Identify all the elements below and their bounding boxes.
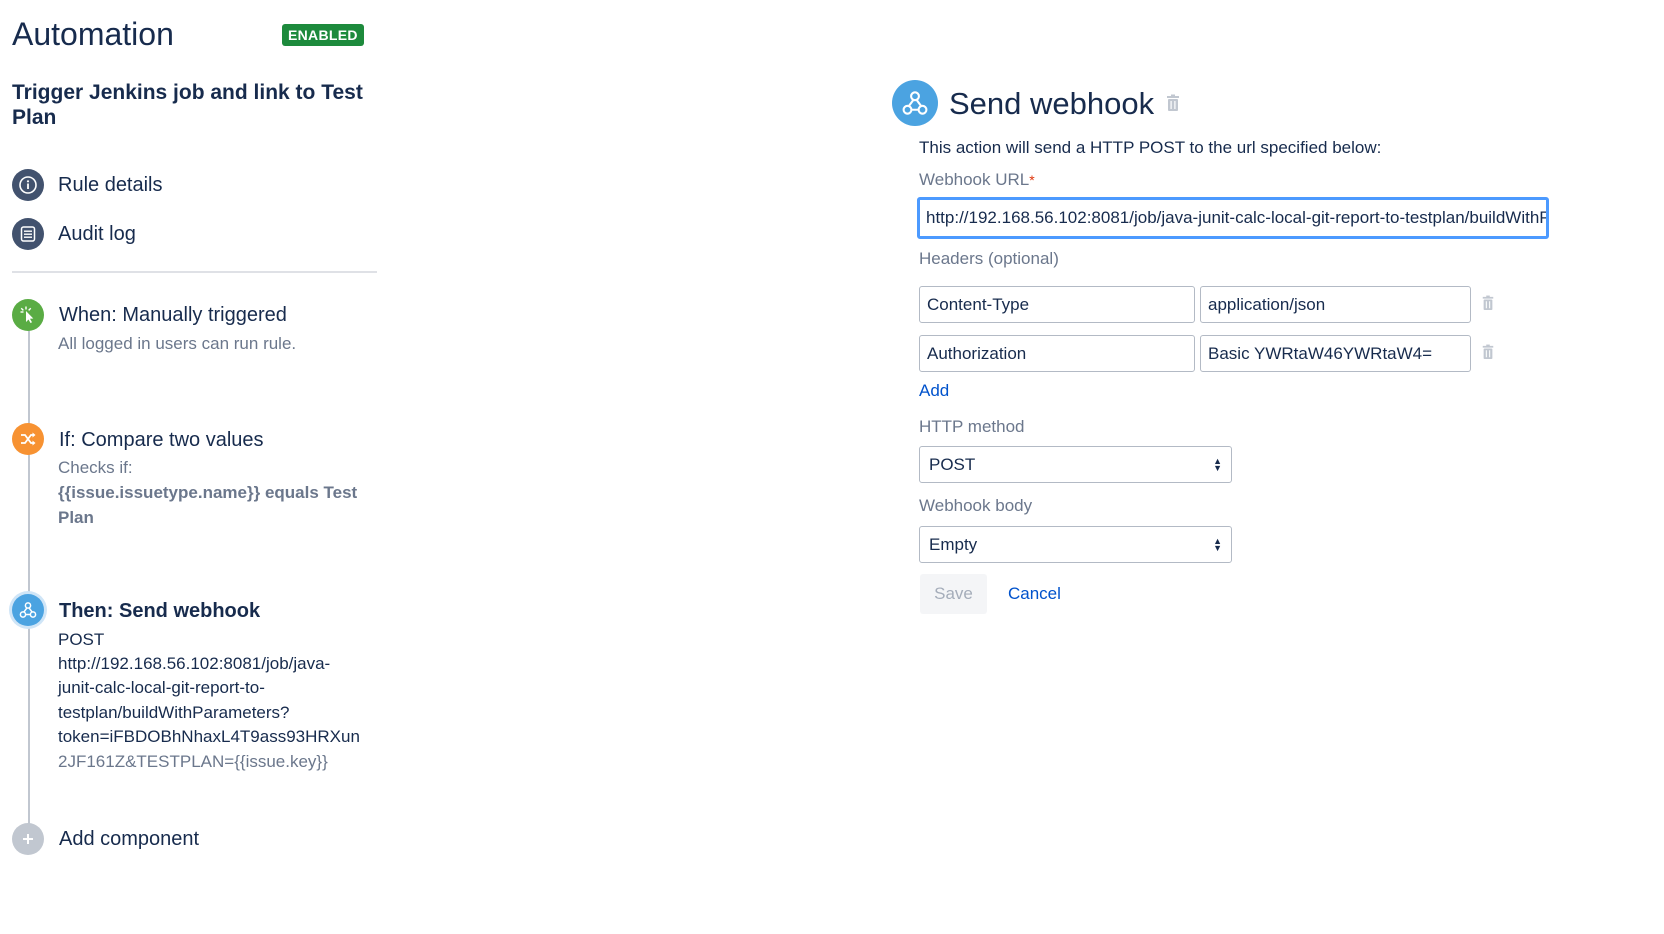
step-trigger-subtitle: All logged in users can run rule. [58, 334, 297, 353]
step-condition-checks-label: Checks if: [58, 458, 133, 477]
save-button[interactable]: Save [920, 574, 987, 614]
step-action-url-line: 2JF161Z&TESTPLAN={{issue.key}} [58, 752, 328, 771]
webhook-body-select[interactable]: Empty ▲ ▼ [919, 526, 1232, 563]
add-component-button[interactable]: Add component [59, 826, 199, 852]
webhook-url-input[interactable]: http://192.168.56.102:8081/job/java-juni… [917, 197, 1549, 239]
rule-name: Trigger Jenkins job and link to Test Pla… [12, 81, 363, 129]
webhook-icon [892, 80, 938, 126]
nav-rule-details-label: Rule details [58, 173, 163, 196]
http-method-label: HTTP method [919, 417, 1025, 436]
cursor-click-icon[interactable] [12, 299, 44, 331]
trash-icon[interactable] [1165, 94, 1181, 117]
add-header-link[interactable]: Add [919, 380, 949, 402]
header-key-input[interactable]: Content-Type [919, 286, 1195, 323]
nav-audit-log-label: Audit log [58, 222, 136, 245]
step-condition-expression: {{issue.issuetype.name}} equals Test Pla… [58, 483, 358, 527]
step-action-url-line: junit-calc-local-git-report-to- [58, 678, 265, 697]
header-key-value: Authorization [927, 343, 1027, 363]
step-condition-title[interactable]: If: Compare two values [59, 427, 264, 453]
http-method-select[interactable]: POST ▲ ▼ [919, 446, 1232, 483]
header-value-input[interactable]: Basic YWRtaW46YWRtaW4= [1200, 335, 1471, 372]
webhook-url-value: http://192.168.56.102:8081/job/java-juni… [926, 208, 1546, 227]
nav-rule-details[interactable]: Rule details [12, 168, 163, 202]
step-action-url-line: token=iFBDOBhNhaxL4T9ass93HRXun [58, 727, 360, 746]
header-value-value: application/json [1208, 294, 1326, 314]
webhook-icon[interactable] [12, 594, 44, 626]
webhook-body-label: Webhook body [919, 496, 1033, 515]
shuffle-icon[interactable] [12, 423, 44, 455]
header-key-input[interactable]: Authorization [919, 335, 1195, 372]
status-badge: ENABLED [282, 24, 364, 46]
info-icon [12, 169, 44, 201]
header-key-value: Content-Type [927, 294, 1030, 314]
step-trigger-title[interactable]: When: Manually triggered [59, 302, 287, 328]
header-value-input[interactable]: application/json [1200, 286, 1471, 323]
cancel-button[interactable]: Cancel [1008, 583, 1061, 605]
trash-icon[interactable] [1481, 344, 1495, 365]
webhook-body-value: Empty [929, 534, 978, 554]
webhook-url-label: Webhook URL* [919, 169, 1035, 191]
http-method-value: POST [929, 454, 976, 474]
headers-label: Headers (optional) [919, 249, 1059, 268]
list-icon [12, 218, 44, 250]
header-value-value: Basic YWRtaW46YWRtaW4= [1208, 343, 1433, 363]
divider [12, 271, 377, 273]
step-action-url-line: testplan/buildWithParameters? [58, 703, 290, 722]
timeline-connector [28, 330, 30, 825]
step-action-method: POST [58, 630, 105, 649]
page-title: Automation [12, 16, 174, 52]
step-action-url-line: http://192.168.56.102:8081/job/java- [58, 654, 331, 673]
panel-description: This action will send a HTTP POST to the… [919, 138, 1382, 157]
nav-audit-log[interactable]: Audit log [12, 217, 136, 251]
required-mark: * [1029, 172, 1035, 188]
select-arrows-icon: ▲ ▼ [1213, 455, 1222, 473]
select-arrows-icon: ▲ ▼ [1213, 535, 1222, 553]
webhook-url-label-text: Webhook URL [919, 170, 1030, 189]
trash-icon[interactable] [1481, 295, 1495, 316]
plus-icon[interactable] [12, 823, 44, 855]
panel-title: Send webhook [949, 86, 1155, 121]
step-action-title[interactable]: Then: Send webhook [59, 598, 260, 624]
